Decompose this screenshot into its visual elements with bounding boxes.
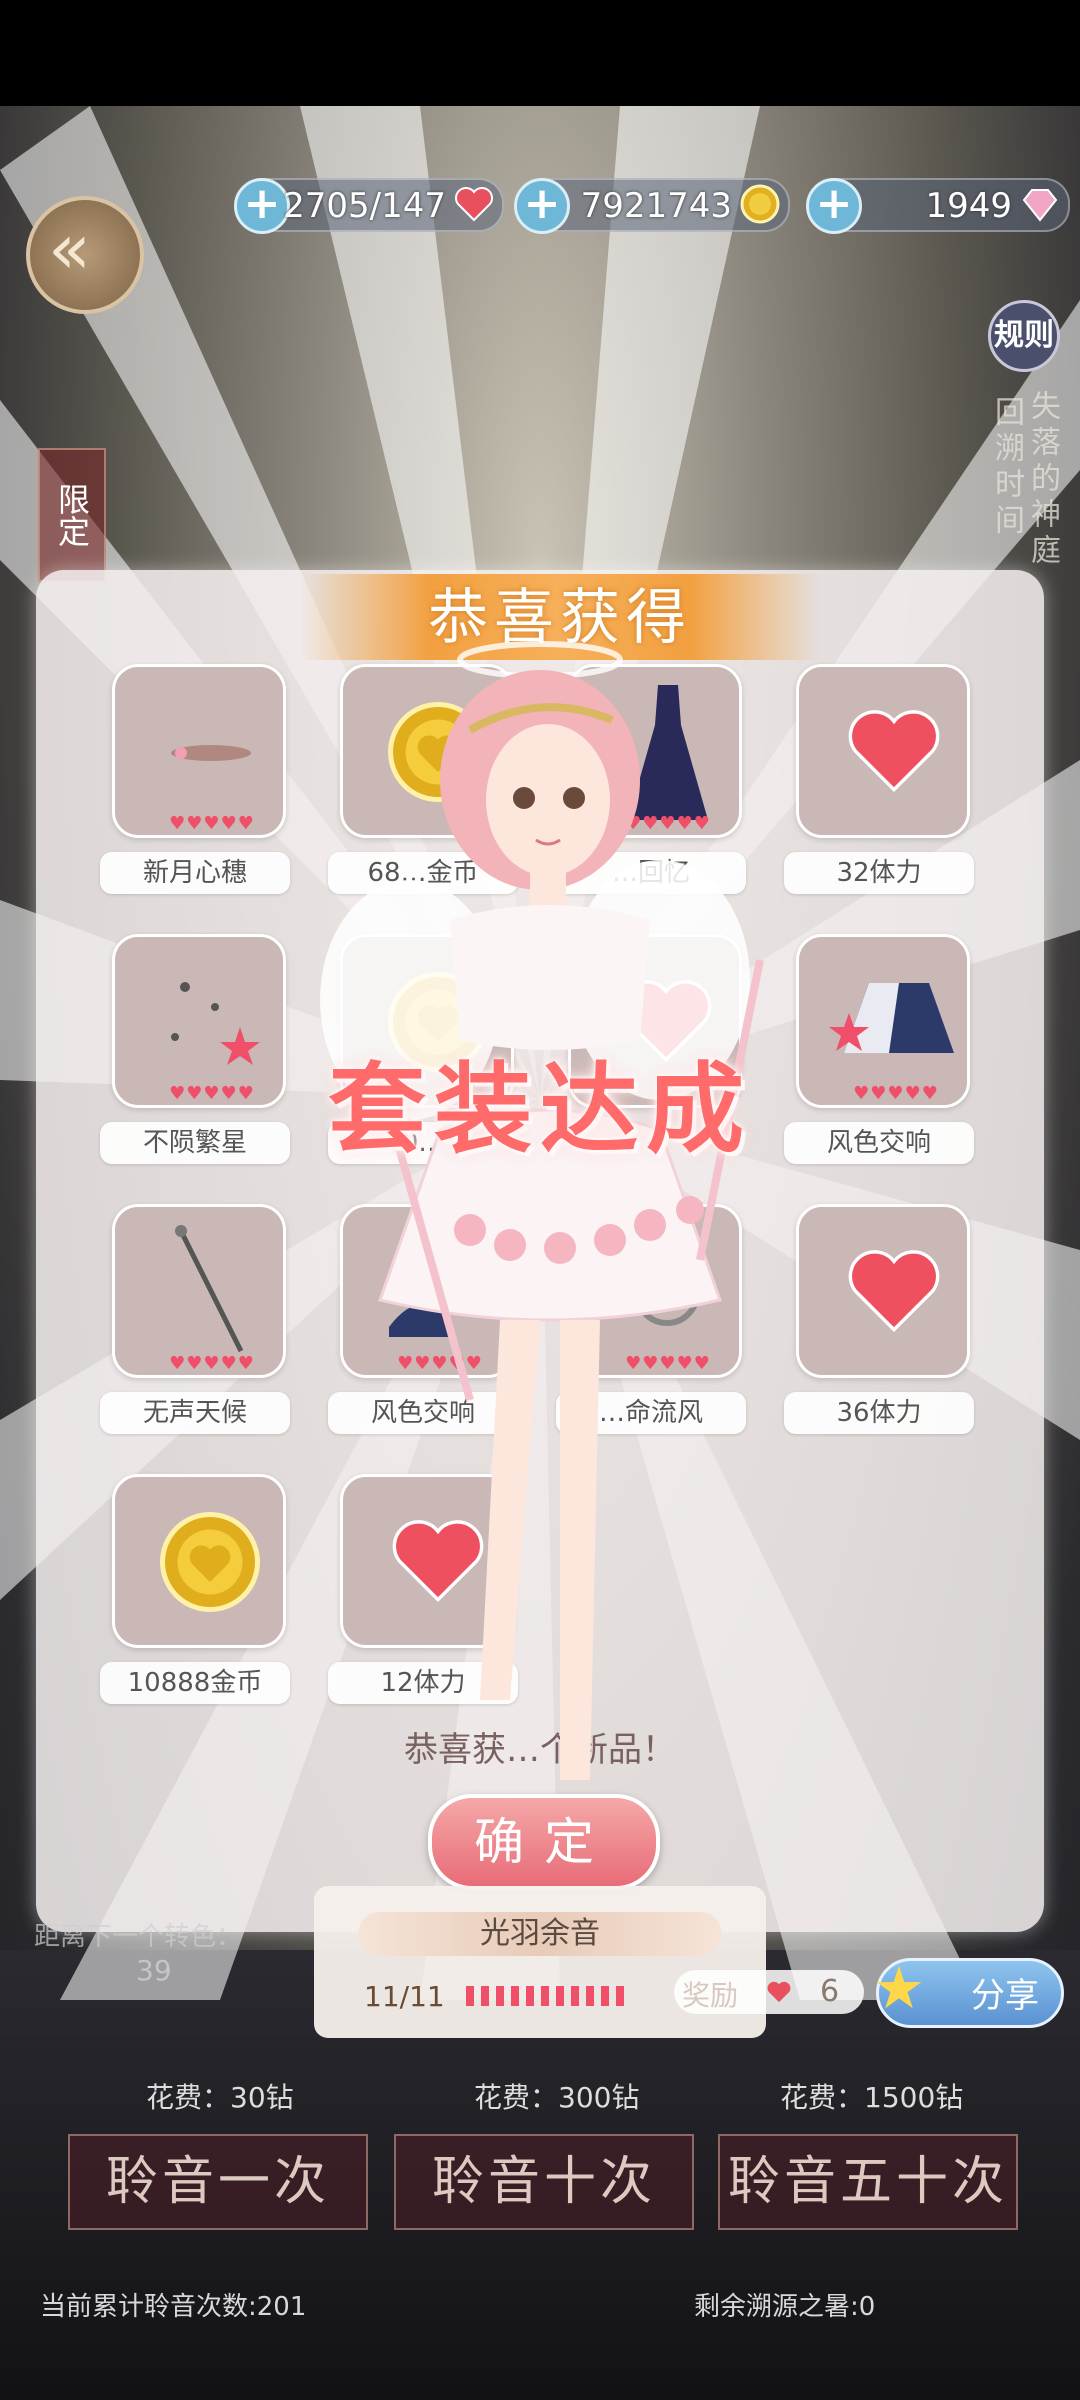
reward-count: 6	[820, 1974, 840, 2009]
progress-segment	[481, 1986, 489, 2006]
pull-cost-10: 花费：300钻	[474, 2081, 640, 2114]
character-illustration	[320, 641, 764, 1780]
progress-segment	[556, 1986, 564, 2006]
pull-cost-1: 花费：30钻	[146, 2081, 294, 2114]
remaining-text: 剩余溯源之暑:0	[694, 2292, 876, 2322]
star-icon: ★	[873, 1954, 925, 2022]
suit-progress-count: 11/11	[364, 1980, 445, 2013]
pull-fifty-button[interactable]: 聆音五十次	[718, 2134, 1018, 2230]
pull-ten-button[interactable]: 聆音十次	[394, 2134, 694, 2230]
reward-label: 奖励	[682, 1979, 739, 2012]
progress-segment	[541, 1986, 549, 2006]
share-button[interactable]: ★ 分享	[873, 1954, 1064, 2028]
suit-name: 光羽余音	[358, 1912, 722, 1956]
progress-segment	[511, 1986, 519, 2006]
suit-progress-bar	[466, 1986, 631, 2010]
pull-cost-50: 花费：1500钻	[780, 2081, 964, 2114]
progress-segment	[526, 1986, 534, 2006]
total-pulls-text: 当前累计聆音次数:201	[40, 2292, 307, 2322]
next-color-label: 距离下一个转色：	[34, 1922, 243, 1952]
progress-segment	[571, 1986, 579, 2006]
heart-icon	[767, 1981, 791, 2003]
progress-segment	[601, 1986, 609, 2006]
progress-segment	[616, 1986, 624, 2006]
suit-complete-banner: 套装达成	[327, 1053, 752, 1167]
reward-badge: 奖励 6	[674, 1970, 864, 2014]
pull-once-button[interactable]: 聆音一次	[68, 2134, 368, 2230]
share-label: 分享	[971, 1976, 1039, 2016]
progress-segment	[496, 1986, 504, 2006]
confirm-button[interactable]: 确定	[428, 1794, 660, 1890]
progress-segment	[586, 1986, 594, 2006]
suit-progress-panel	[314, 1886, 766, 2038]
next-color-value: 39	[136, 1954, 172, 1987]
progress-segment	[466, 1986, 474, 2006]
